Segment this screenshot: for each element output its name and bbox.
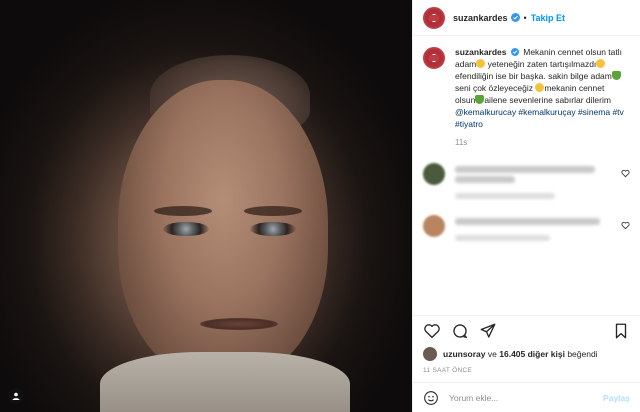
likes-verb: beğendi [567,349,598,359]
comment-input[interactable] [449,392,604,403]
author-username[interactable]: suzankardes [453,13,508,23]
likes-conjunction: ve [487,349,497,359]
heart-icon[interactable] [621,221,630,230]
comment-item [423,163,630,199]
caption-segment: efendiliğin ise bir başka. sakin bilge a… [455,71,612,81]
photo-eye [250,222,296,236]
header-separator: • [523,12,527,23]
caption-text: suzankardes Mekanin cennet olsun tatlı a… [455,46,627,130]
photo-collar [100,352,350,412]
likes-count[interactable]: 16.405 diğer kişi [499,349,565,359]
post-sidebar: suzankardes • Takip Et suzankardes Mekan… [412,0,640,412]
verified-icon [510,13,520,22]
comment-avatar[interactable] [423,163,445,185]
caption-segment: yeteneğin zaten tartışılmazdı [485,59,597,69]
photo-face [118,80,328,380]
photo-brow [154,206,212,216]
share-icon[interactable] [479,322,497,340]
bookmark-icon[interactable] [612,322,630,340]
caption-tags[interactable]: @kemalkurucay #kemalkuruçay #sinema #tv … [455,107,624,129]
author-avatar[interactable] [423,6,445,29]
post-header: suzankardes • Takip Et [413,0,640,36]
emoji-tree-icon [611,71,621,80]
action-bar [413,315,640,345]
emoji-icon[interactable] [423,390,439,406]
likes-summary: uzunsoray ve 16.405 diğer kişi beğendi [413,345,640,361]
photo-eye [163,222,209,236]
comment-body-blurred [455,163,605,199]
heart-icon[interactable] [621,169,630,178]
caption-segment: ailene sevenlerine sabırlar dilerim [484,95,611,105]
instagram-post: suzankardes • Takip Et suzankardes Mekan… [0,0,640,412]
liker-username[interactable]: uzunsoray [443,349,486,359]
emoji-face-icon [476,59,486,68]
caption: suzankardes Mekanin cennet olsun tatlı a… [423,46,630,130]
photo-tag-icon[interactable] [8,388,24,404]
photo-mouth [200,318,278,330]
comment-composer: Paylaş [413,382,640,412]
caption-username[interactable]: suzankardes [455,47,507,57]
comments-area[interactable]: suzankardes Mekanin cennet olsun tatlı a… [413,36,640,315]
caption-avatar[interactable] [423,47,445,69]
post-timestamp[interactable]: 11 SAAT ÖNCE [413,361,640,374]
comment-body-blurred [455,215,605,241]
comment-icon[interactable] [451,322,469,340]
post-comment-button[interactable]: Paylaş [603,393,630,403]
caption-segment: seni çok özleyeceğiz [455,83,536,93]
verified-icon [510,48,519,56]
post-photo[interactable] [0,0,412,412]
liker-avatar[interactable] [423,347,437,361]
emoji-face-icon [596,59,606,68]
follow-button[interactable]: Takip Et [531,13,565,23]
emoji-face-icon [535,83,545,92]
comment-item [423,215,630,241]
photo-brow [244,206,302,216]
emoji-tree-icon [475,95,485,104]
caption-time: 11s [455,138,468,147]
heart-icon[interactable] [423,322,441,340]
comment-avatar[interactable] [423,215,445,237]
